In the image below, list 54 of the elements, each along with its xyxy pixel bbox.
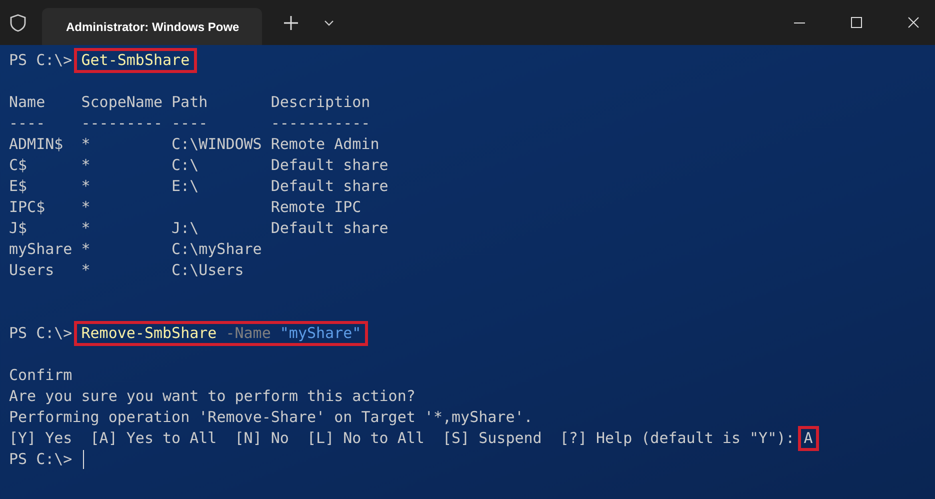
- command-text: Get-SmbShare: [81, 52, 190, 69]
- close-icon[interactable]: [908, 17, 919, 28]
- table-cell: *: [81, 177, 90, 195]
- command-text: "myShare": [280, 325, 362, 342]
- table-cell: C:\WINDOWS: [172, 135, 262, 153]
- header-rule: ---------: [81, 114, 163, 132]
- shield-icon: [10, 14, 26, 32]
- prompt-text: PS C:\>: [9, 449, 72, 470]
- maximize-icon[interactable]: [851, 17, 862, 28]
- table-cell: *: [81, 240, 90, 258]
- tab-title: Administrator: Windows Powe: [66, 20, 240, 34]
- table-cell: *: [81, 135, 90, 153]
- command-text: -Name: [226, 325, 271, 342]
- table-cell: Default share: [270, 177, 388, 195]
- answer-text: A: [798, 426, 819, 451]
- table-cell: ADMIN$: [9, 135, 64, 153]
- table-cell: *: [81, 156, 90, 174]
- chevron-down-icon[interactable]: [324, 20, 334, 26]
- table-cell: IPC$: [9, 198, 46, 216]
- table-cell: Remote IPC: [270, 198, 362, 216]
- output-text: Performing operation 'Remove-Share' on Target '*,myShare'.: [9, 407, 533, 428]
- table-cell: C:\Users: [172, 261, 244, 279]
- header-rule: ----: [172, 114, 208, 132]
- column-header: Name: [9, 92, 46, 113]
- table-cell: E$: [9, 177, 28, 195]
- table-cell: C$: [9, 156, 28, 174]
- output-text: Confirm: [9, 365, 72, 386]
- table-cell: *: [81, 219, 90, 237]
- terminal-tab[interactable]: Administrator: Windows Powe: [42, 8, 262, 45]
- table-cell: *: [81, 198, 90, 216]
- table-cell: E:\: [172, 177, 199, 195]
- column-header: ScopeName: [81, 92, 164, 113]
- table-cell: Default share: [270, 219, 388, 237]
- table-cell: C:\: [172, 156, 199, 174]
- table-cell: Remote Admin: [270, 135, 380, 153]
- table-cell: *: [81, 261, 90, 279]
- prompt-text: PS C:\>: [9, 50, 72, 71]
- table-cell: Users: [9, 261, 54, 279]
- prompt-text: PS C:\>: [9, 323, 72, 344]
- column-header: Path: [172, 92, 209, 113]
- plus-icon[interactable]: [284, 16, 298, 30]
- command-text: Remove-SmbShare: [81, 325, 217, 342]
- table-cell: J:\: [172, 219, 199, 237]
- prompt-options-text: [Y] Yes [A] Yes to All [N] No [L] No to All [S] Suspend [?] Help (default is "Y"):: [9, 428, 795, 449]
- table-cell: C:\myShare: [172, 240, 262, 258]
- table-cell: J$: [9, 219, 28, 237]
- header-rule: -----------: [270, 114, 370, 132]
- text-cursor: [83, 450, 84, 469]
- table-cell: myShare: [9, 240, 72, 258]
- minimize-icon[interactable]: [794, 22, 805, 24]
- header-rule: ----: [9, 114, 46, 132]
- table-cell: Default share: [270, 156, 388, 174]
- output-text: Are you sure you want to perform this action?: [9, 386, 416, 407]
- column-header: Description: [270, 92, 372, 113]
